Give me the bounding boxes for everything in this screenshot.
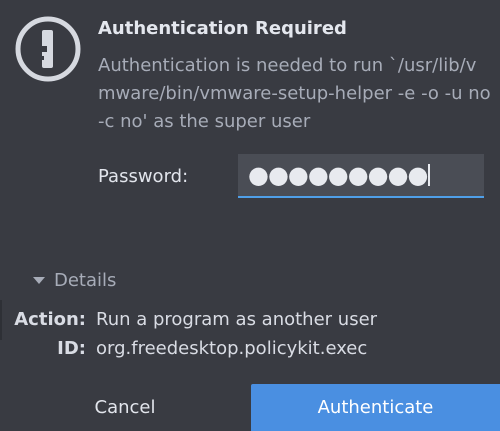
details-action-value: Run a program as another user [96,309,378,330]
password-masked-value: ●●●●●●●●● [248,161,431,189]
expand-triangle-icon [33,277,45,284]
details-toggle-label: Details [54,270,117,291]
password-input[interactable]: ●●●●●●●●● [238,154,484,198]
details-id-row: ID: org.freedesktop.policykit.exec [0,338,500,362]
dialog-message: Authentication is needed to run `/usr/li… [98,55,491,132]
password-label: Password: [98,166,189,187]
details-toggle[interactable]: Details [33,270,116,291]
authenticate-button[interactable]: Authenticate [251,384,500,431]
dialog-footer: Cancel Authenticate [0,384,500,431]
details-id-value: org.freedesktop.policykit.exec [96,338,368,359]
left-divider [0,300,2,340]
details-id-key: ID: [57,338,86,359]
lock-icon [15,16,81,82]
authentication-dialog: Authentication Required Authentication i… [0,0,500,431]
text-caret [428,164,431,186]
details-action-row: Action: Run a program as another user [0,309,500,333]
cancel-button[interactable]: Cancel [0,384,250,431]
details-action-key: Action: [14,309,86,330]
dialog-title: Authentication Required [98,18,347,39]
